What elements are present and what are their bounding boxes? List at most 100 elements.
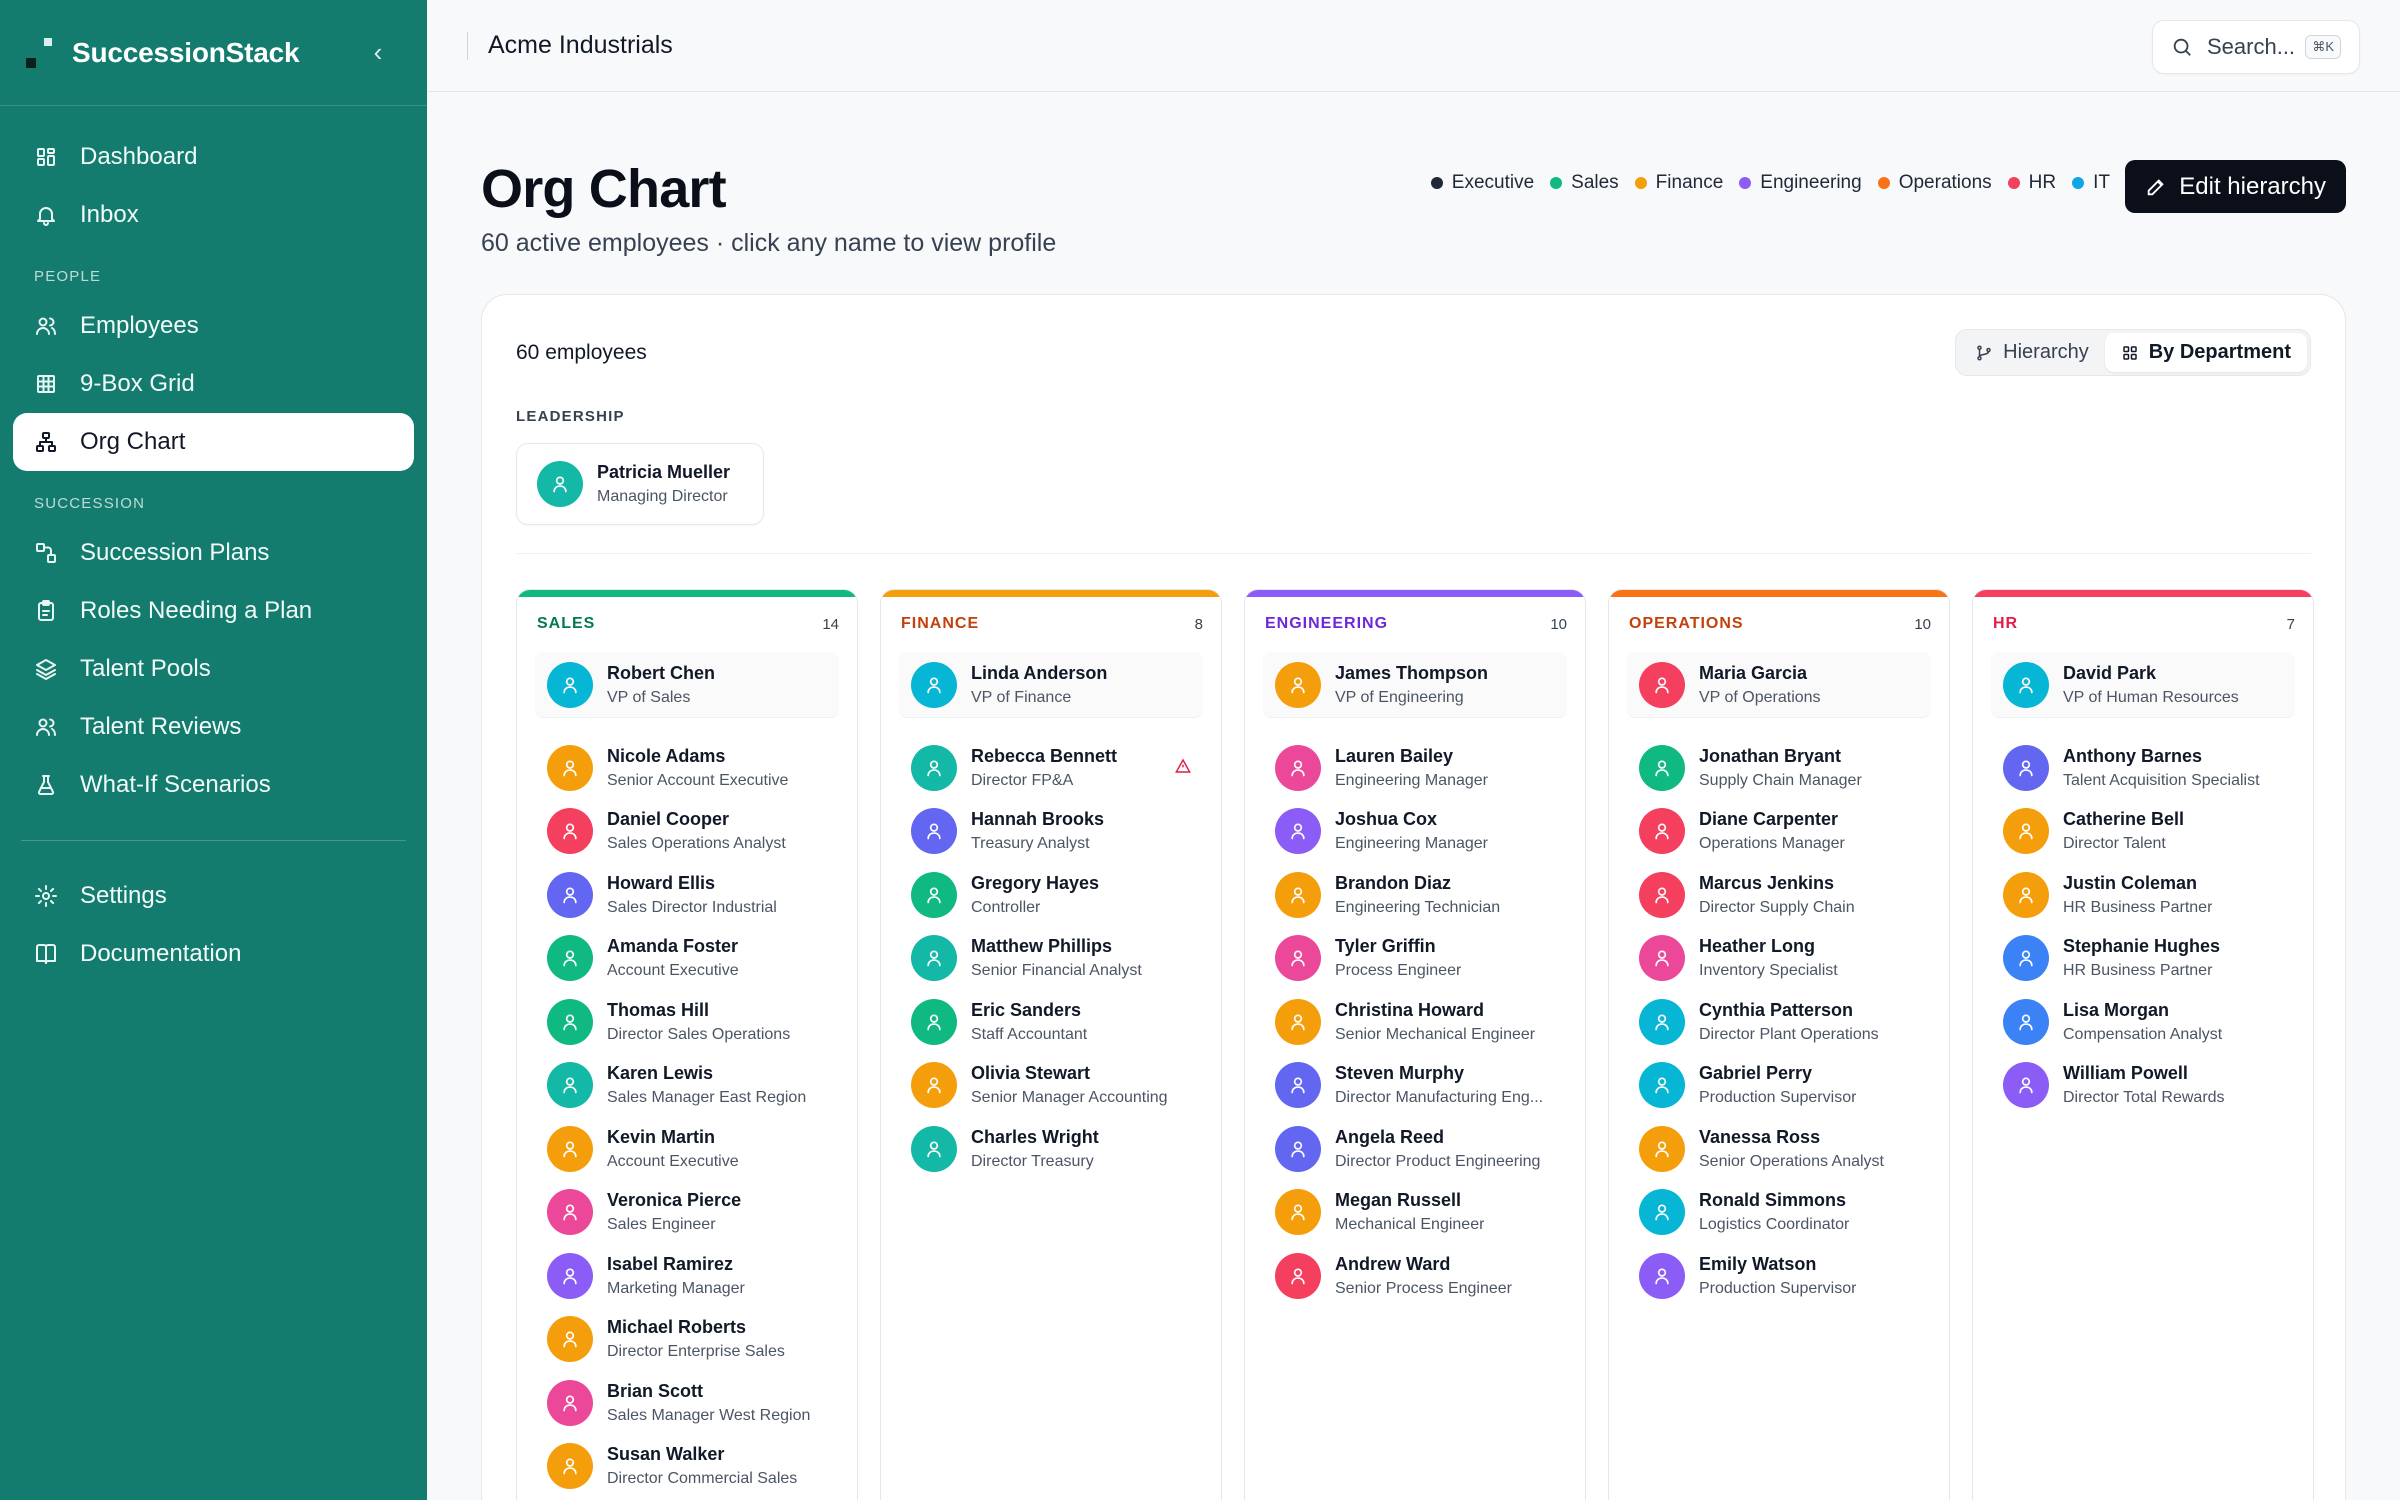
employee-name[interactable]: Tyler Griffin xyxy=(1335,936,1461,957)
employee-name[interactable]: Justin Coleman xyxy=(2063,873,2212,894)
employee-item[interactable]: Brandon Diaz Engineering Technician xyxy=(1263,863,1567,927)
department-head[interactable]: James Thompson VP of Engineering xyxy=(1263,652,1567,718)
employee-item[interactable]: Nicole Adams Senior Account Executive xyxy=(535,736,839,800)
employee-item[interactable]: Thomas Hill Director Sales Operations xyxy=(535,990,839,1054)
department-head[interactable]: Linda Anderson VP of Finance xyxy=(899,652,1203,718)
employee-item[interactable]: Hannah Brooks Treasury Analyst xyxy=(899,800,1203,864)
employee-name[interactable]: Andrew Ward xyxy=(1335,1254,1512,1275)
sidebar-item-org-chart[interactable]: Org Chart xyxy=(13,413,414,471)
employee-name[interactable]: Karen Lewis xyxy=(607,1063,806,1084)
search-box[interactable]: Search... ⌘K xyxy=(2152,20,2360,74)
employee-name[interactable]: Hannah Brooks xyxy=(971,809,1104,830)
employee-name[interactable]: Catherine Bell xyxy=(2063,809,2184,830)
organization-name[interactable]: Acme Industrials xyxy=(488,31,673,60)
employee-item[interactable]: Gregory Hayes Controller xyxy=(899,863,1203,927)
employee-name[interactable]: Charles Wright xyxy=(971,1127,1099,1148)
employee-name[interactable]: Eric Sanders xyxy=(971,1000,1087,1021)
employee-name[interactable]: Michael Roberts xyxy=(607,1317,785,1338)
employee-item[interactable]: Charles Wright Director Treasury xyxy=(899,1117,1203,1181)
employee-name[interactable]: Gabriel Perry xyxy=(1699,1063,1856,1084)
sidebar-item-employees[interactable]: Employees xyxy=(13,297,414,355)
employee-item[interactable]: Andrew Ward Senior Process Engineer xyxy=(1263,1244,1567,1308)
sidebar-item-succession-plans[interactable]: Succession Plans xyxy=(13,524,414,582)
employee-item[interactable]: Karen Lewis Sales Manager East Region xyxy=(535,1054,839,1118)
department-head[interactable]: David Park VP of Human Resources xyxy=(1991,652,2295,718)
employee-name[interactable]: Anthony Barnes xyxy=(2063,746,2260,767)
sidebar-item-talent-reviews[interactable]: Talent Reviews xyxy=(13,698,414,756)
employee-item[interactable]: Matthew Phillips Senior Financial Analyst xyxy=(899,927,1203,991)
employee-name[interactable]: Maria Garcia xyxy=(1699,663,1821,684)
sidebar-item-settings[interactable]: Settings xyxy=(13,867,414,925)
employee-name[interactable]: Daniel Cooper xyxy=(607,809,786,830)
employee-item[interactable]: Christina Howard Senior Mechanical Engine… xyxy=(1263,990,1567,1054)
department-head[interactable]: Robert Chen VP of Sales xyxy=(535,652,839,718)
employee-item[interactable]: Tyler Griffin Process Engineer xyxy=(1263,927,1567,991)
employee-name[interactable]: Kevin Martin xyxy=(607,1127,739,1148)
employee-name[interactable]: Jonathan Bryant xyxy=(1699,746,1862,767)
sidebar-item-what-if-scenarios[interactable]: What-If Scenarios xyxy=(13,756,414,814)
view-by-department-button[interactable]: By Department xyxy=(2104,333,2307,372)
employee-name[interactable]: Cynthia Patterson xyxy=(1699,1000,1879,1021)
employee-name[interactable]: Steven Murphy xyxy=(1335,1063,1543,1084)
employee-name[interactable]: Heather Long xyxy=(1699,936,1838,957)
employee-name[interactable]: Stephanie Hughes xyxy=(2063,936,2220,957)
employee-item[interactable]: Lauren Bailey Engineering Manager xyxy=(1263,736,1567,800)
view-hierarchy-button[interactable]: Hierarchy xyxy=(1959,333,2105,372)
employee-name[interactable]: Gregory Hayes xyxy=(971,873,1099,894)
employee-item[interactable]: Emily Watson Production Supervisor xyxy=(1627,1244,1931,1308)
department-head[interactable]: Maria Garcia VP of Operations xyxy=(1627,652,1931,718)
employee-name[interactable]: Susan Walker xyxy=(607,1444,797,1465)
employee-name[interactable]: Diane Carpenter xyxy=(1699,809,1845,830)
employee-name[interactable]: Amanda Foster xyxy=(607,936,739,957)
edit-hierarchy-button[interactable]: Edit hierarchy xyxy=(2125,160,2346,213)
employee-item[interactable]: Vanessa Ross Senior Operations Analyst xyxy=(1627,1117,1931,1181)
employee-item[interactable]: Olivia Stewart Senior Manager Accounting xyxy=(899,1054,1203,1118)
warning-icon[interactable] xyxy=(1175,758,1191,774)
employee-item[interactable]: Lisa Morgan Compensation Analyst xyxy=(1991,990,2295,1054)
employee-name[interactable]: Linda Anderson xyxy=(971,663,1107,684)
employee-name[interactable]: Joshua Cox xyxy=(1335,809,1488,830)
employee-item[interactable]: Cynthia Patterson Director Plant Operatio… xyxy=(1627,990,1931,1054)
employee-item[interactable]: Justin Coleman HR Business Partner xyxy=(1991,863,2295,927)
employee-name[interactable]: James Thompson xyxy=(1335,663,1488,684)
employee-item[interactable]: Angela Reed Director Product Engineering xyxy=(1263,1117,1567,1181)
employee-name[interactable]: Isabel Ramirez xyxy=(607,1254,745,1275)
employee-item[interactable]: Michael Roberts Director Enterprise Sales xyxy=(535,1308,839,1372)
employee-item[interactable]: Anthony Barnes Talent Acquisition Special… xyxy=(1991,736,2295,800)
employee-name[interactable]: Emily Watson xyxy=(1699,1254,1856,1275)
employee-name[interactable]: Brian Scott xyxy=(607,1381,810,1402)
employee-name[interactable]: David Park xyxy=(2063,663,2239,684)
employee-item[interactable]: Steven Murphy Director Manufacturing Eng.… xyxy=(1263,1054,1567,1118)
employee-item[interactable]: Veronica Pierce Sales Engineer xyxy=(535,1181,839,1245)
employee-item[interactable]: Gabriel Perry Production Supervisor xyxy=(1627,1054,1931,1118)
employee-name[interactable]: Nicole Adams xyxy=(607,746,788,767)
sidebar-item-inbox[interactable]: Inbox xyxy=(13,186,414,244)
employee-item[interactable]: Amanda Foster Account Executive xyxy=(535,927,839,991)
employee-item[interactable]: Catherine Bell Director Talent xyxy=(1991,800,2295,864)
employee-name[interactable]: Robert Chen xyxy=(607,663,715,684)
collapse-sidebar-icon[interactable]: ‹ xyxy=(363,37,393,68)
employee-item[interactable]: Heather Long Inventory Specialist xyxy=(1627,927,1931,991)
employee-item[interactable]: Kevin Martin Account Executive xyxy=(535,1117,839,1181)
employee-item[interactable]: Susan Walker Director Commercial Sales xyxy=(535,1435,839,1499)
employee-item[interactable]: Eric Sanders Staff Accountant xyxy=(899,990,1203,1054)
employee-item[interactable]: Marcus Jenkins Director Supply Chain xyxy=(1627,863,1931,927)
employee-name[interactable]: Marcus Jenkins xyxy=(1699,873,1855,894)
employee-item[interactable]: Isabel Ramirez Marketing Manager xyxy=(535,1244,839,1308)
employee-item[interactable]: William Powell Director Total Rewards xyxy=(1991,1054,2295,1118)
employee-item[interactable]: Howard Ellis Sales Director Industrial xyxy=(535,863,839,927)
employee-name[interactable]: Howard Ellis xyxy=(607,873,777,894)
employee-name[interactable]: Brandon Diaz xyxy=(1335,873,1500,894)
employee-name[interactable]: Lisa Morgan xyxy=(2063,1000,2222,1021)
employee-name[interactable]: Christina Howard xyxy=(1335,1000,1535,1021)
employee-item[interactable]: Jonathan Bryant Supply Chain Manager xyxy=(1627,736,1931,800)
employee-item[interactable]: Rebecca Bennett Director FP&A xyxy=(899,736,1203,800)
employee-item[interactable]: Brian Scott Sales Manager West Region xyxy=(535,1371,839,1435)
employee-name[interactable]: Megan Russell xyxy=(1335,1190,1484,1211)
employee-name[interactable]: Veronica Pierce xyxy=(607,1190,741,1211)
employee-item[interactable]: Daniel Cooper Sales Operations Analyst xyxy=(535,800,839,864)
employee-item[interactable]: Joshua Cox Engineering Manager xyxy=(1263,800,1567,864)
sidebar-item-dashboard[interactable]: Dashboard xyxy=(13,128,414,186)
employee-name[interactable]: Rebecca Bennett xyxy=(971,746,1117,767)
employee-name[interactable]: Vanessa Ross xyxy=(1699,1127,1884,1148)
